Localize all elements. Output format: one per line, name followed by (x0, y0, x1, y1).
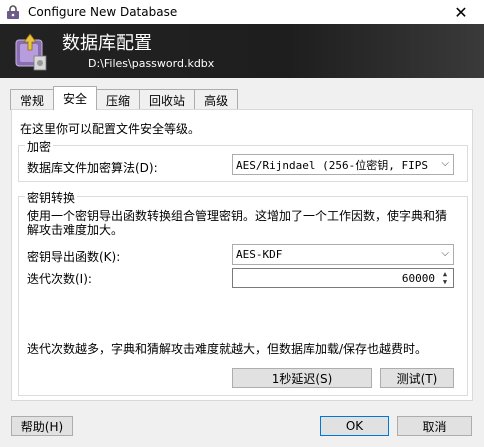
help-button[interactable]: 帮助(H) (11, 416, 73, 436)
kdf-function-select[interactable]: AES-KDF ⌵ (232, 244, 454, 265)
security-panel: 在这里你可以配置文件安全等级。 加密 数据库文件加密算法(D): AES/Rij… (11, 109, 473, 401)
tab-security[interactable]: 安全 (53, 86, 98, 110)
iterations-spinner[interactable]: ▲ ▼ (438, 270, 452, 286)
key-transformation-group: 密钥转换 使用一个密钥导出函数转换组合管理密钥。这增加了一个工作因数，使字典和猜… (18, 189, 468, 396)
kdf-description: 使用一个密钥导出函数转换组合管理密钥。这增加了一个工作因数，使字典和猜解攻击难度… (27, 209, 448, 237)
close-icon[interactable]: ✕ (438, 0, 484, 24)
iterations-label: 迭代次数(I): (27, 272, 92, 286)
header-banner: 数据库配置 D:\Files\password.kdbx (0, 24, 484, 78)
test-button[interactable]: 测试(T) (380, 368, 454, 388)
security-intro-text: 在这里你可以配置文件安全等级。 (20, 122, 201, 136)
database-path: D:\Files\password.kdbx (88, 57, 215, 70)
lock-icon (7, 5, 19, 19)
encryption-algorithm-value: AES/Rijndael (256-位密钥, FIPS 197) (236, 158, 435, 172)
tab-advanced[interactable]: 高级 (194, 89, 239, 110)
kdf-function-label: 密钥导出函数(K): (27, 250, 121, 264)
tab-general[interactable]: 常规 (10, 89, 55, 110)
spin-down-icon[interactable]: ▼ (438, 278, 452, 286)
spin-up-icon[interactable]: ▲ (438, 270, 452, 278)
encryption-algorithm-select[interactable]: AES/Rijndael (256-位密钥, FIPS 197) ⌵ (232, 154, 454, 175)
encryption-legend: 加密 (25, 138, 54, 155)
tab-strip: 常规 安全 压缩 回收站 高级 (10, 86, 239, 110)
chevron-down-icon: ⌵ (441, 248, 449, 259)
chevron-down-icon: ⌵ (441, 158, 449, 169)
dialog-heading: 数据库配置 (62, 33, 152, 54)
key-transformation-legend: 密钥转换 (25, 189, 78, 206)
tab-recycle-bin[interactable]: 回收站 (139, 89, 196, 110)
cancel-button[interactable]: 取消 (397, 416, 472, 436)
encryption-algorithm-label: 数据库文件加密算法(D): (27, 161, 158, 175)
ok-button[interactable]: OK (320, 416, 389, 436)
encryption-group: 加密 数据库文件加密算法(D): AES/Rijndael (256-位密钥, … (18, 138, 468, 182)
kdf-function-value: AES-KDF (236, 248, 283, 261)
window-title: Configure New Database (28, 5, 178, 19)
tab-compression[interactable]: 压缩 (96, 89, 141, 110)
title-bar: Configure New Database ✕ (0, 0, 484, 24)
iterations-value: 60000 (401, 271, 435, 285)
iterations-note: 迭代次数越多，字典和猜解攻击难度就越大，但数据库加载/保存也越费时。 (27, 342, 428, 356)
database-settings-icon (15, 33, 47, 71)
one-second-delay-button[interactable]: 1秒延迟(S) (232, 368, 372, 388)
iterations-stepper[interactable]: 60000 ▲ ▼ (232, 268, 454, 288)
